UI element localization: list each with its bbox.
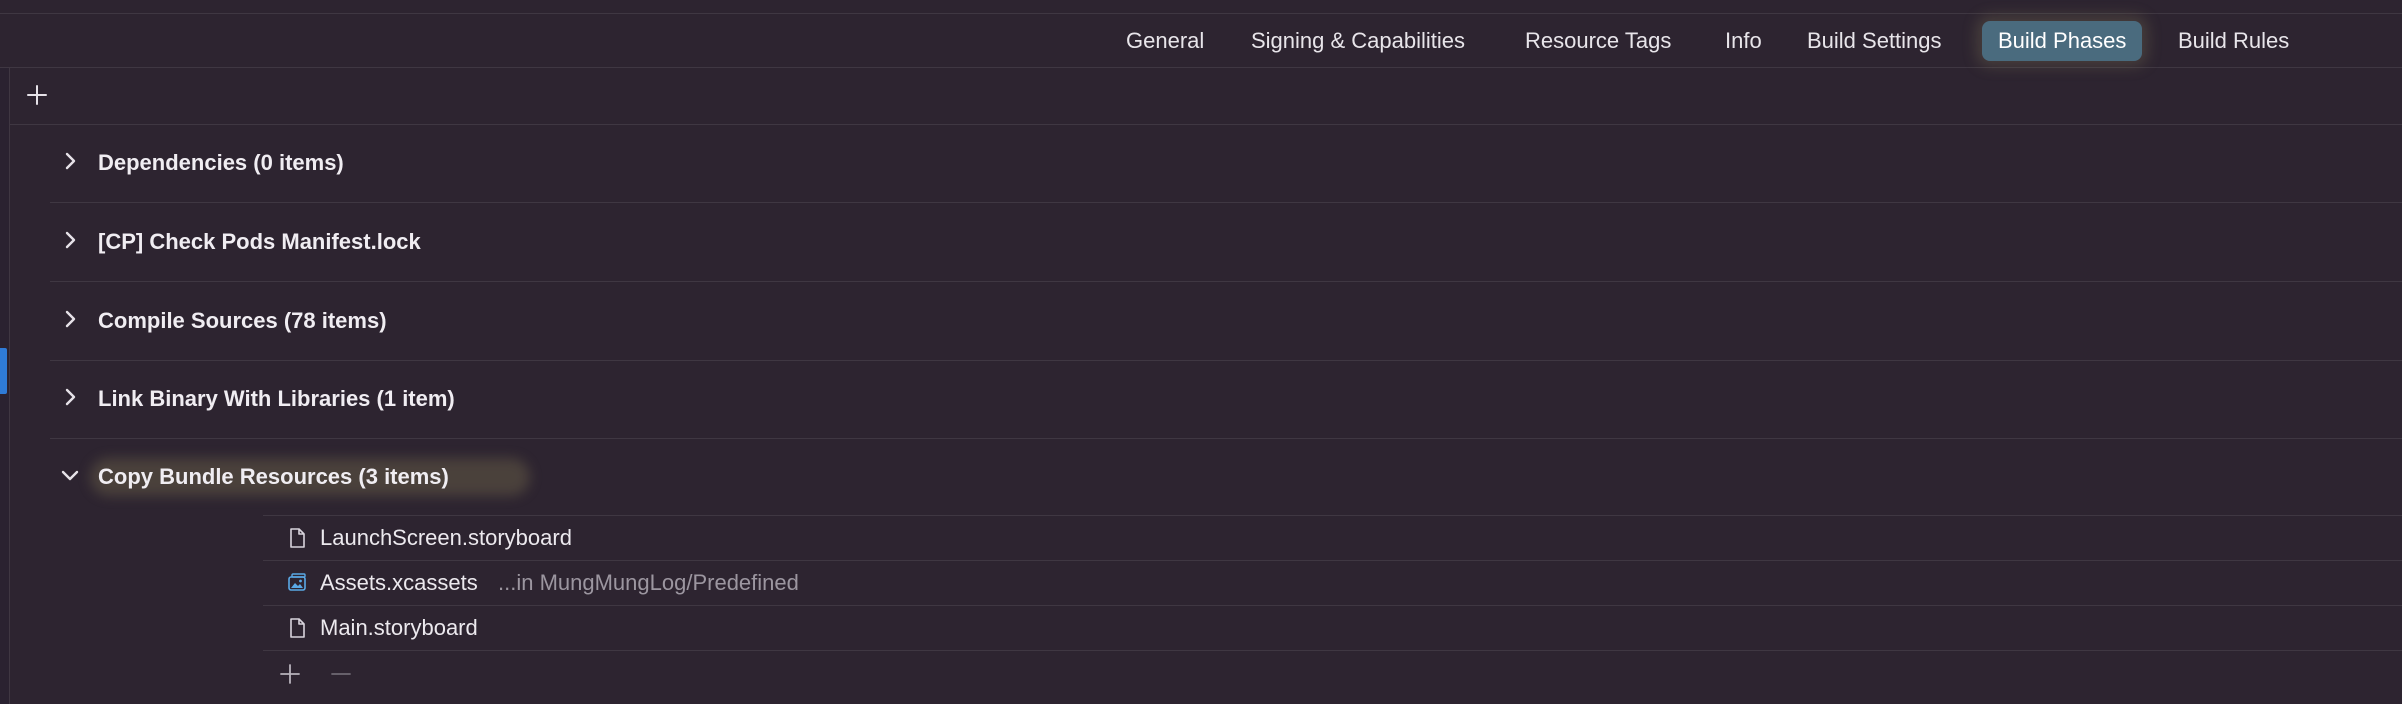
remove-item-icon[interactable] — [329, 662, 353, 686]
phase-row-link-binary[interactable]: Link Binary With Libraries (1 item) — [50, 360, 2402, 439]
chevron-down-icon[interactable] — [58, 463, 82, 487]
chevron-right-icon[interactable] — [58, 385, 82, 409]
plus-icon[interactable] — [24, 82, 50, 108]
phase-title: [CP] Check Pods Manifest.lock — [98, 229, 421, 254]
left-edge-panel — [0, 68, 10, 704]
chevron-right-icon[interactable] — [58, 149, 82, 173]
build-phases-editor: General Signing & Capabilities Resource … — [0, 0, 2402, 704]
add-phase-bar — [10, 68, 2402, 125]
tab-resource-tags[interactable]: Resource Tags — [1509, 21, 1687, 61]
file-name: Assets.xcassets — [320, 570, 478, 595]
tab-build-phases[interactable]: Build Phases — [1982, 21, 2143, 61]
document-icon — [290, 618, 305, 638]
selection-marker — [0, 348, 7, 394]
list-item[interactable]: LaunchScreen.storyboard — [263, 515, 2402, 560]
document-icon — [290, 528, 305, 548]
list-toolbar — [263, 650, 2402, 697]
editor-tab-bar: General Signing & Capabilities Resource … — [0, 14, 2402, 68]
list-item[interactable]: Assets.xcassets ...in MungMungLog/Predef… — [263, 560, 2402, 605]
file-name: Main.storyboard — [320, 615, 478, 640]
tab-build-rules[interactable]: Build Rules — [2162, 21, 2305, 61]
bundle-resources-list: LaunchScreen.storyboard Assets.xcassets … — [263, 515, 2402, 697]
chevron-right-icon[interactable] — [58, 307, 82, 331]
phase-row-compile-sources[interactable]: Compile Sources (78 items) — [50, 282, 2402, 361]
phase-row-check-pods[interactable]: [CP] Check Pods Manifest.lock — [50, 203, 2402, 282]
tab-general[interactable]: General — [1110, 21, 1220, 61]
phase-row-dependencies[interactable]: Dependencies (0 items) — [50, 124, 2402, 203]
phase-title: Compile Sources (78 items) — [98, 308, 387, 333]
chevron-right-icon[interactable] — [58, 228, 82, 252]
tab-signing-capabilities[interactable]: Signing & Capabilities — [1235, 21, 1481, 61]
window-top-strip — [0, 0, 2402, 14]
add-item-icon[interactable] — [278, 662, 302, 686]
file-name: LaunchScreen.storyboard — [320, 525, 572, 550]
asset-catalog-icon — [288, 573, 306, 591]
tab-info[interactable]: Info — [1709, 21, 1778, 61]
file-location: ...in MungMungLog/Predefined — [498, 570, 799, 595]
tab-build-settings[interactable]: Build Settings — [1791, 21, 1958, 61]
phase-title: Link Binary With Libraries (1 item) — [98, 386, 455, 411]
phase-title: Copy Bundle Resources (3 items) — [98, 464, 449, 489]
phase-row-copy-bundle-resources[interactable]: Copy Bundle Resources (3 items) — [50, 438, 2402, 516]
list-item[interactable]: Main.storyboard — [263, 605, 2402, 650]
phase-title: Dependencies (0 items) — [98, 150, 344, 175]
